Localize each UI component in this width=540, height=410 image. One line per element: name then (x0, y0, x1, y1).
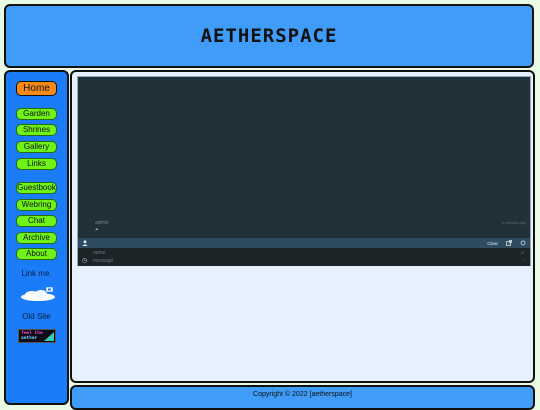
badge-triangle-icon (44, 332, 54, 341)
emoji-icon[interactable]: ☺ (520, 250, 525, 256)
nav-home-button[interactable]: Home (16, 81, 57, 96)
name-placeholder: name (93, 250, 106, 256)
report-flag-icon[interactable]: ⚑ (95, 227, 99, 232)
nav-gallery-button[interactable]: Gallery (16, 141, 57, 153)
site-header: AETHERSPACE (4, 4, 534, 68)
chat-widget: admin 3 months ago ⚑ Clear name ☺ ◷ mess… (77, 76, 531, 266)
site-title: AETHERSPACE (200, 25, 338, 47)
nav-links-button[interactable]: Links (16, 158, 57, 170)
nav-about-button[interactable]: About (16, 248, 57, 260)
external-link-icon[interactable] (506, 239, 512, 247)
chat-input-area: name ☺ ◷ message › (78, 248, 530, 266)
nav-shrines-button[interactable]: Shrines (16, 124, 57, 136)
aether-badge-image[interactable]: feel the aether (18, 329, 56, 343)
old-site-link[interactable]: Old Site (6, 312, 67, 321)
chat-messages-area[interactable]: admin 3 months ago ⚑ (78, 77, 530, 238)
nav-archive-button[interactable]: Archive (16, 232, 57, 244)
name-field[interactable]: name ☺ (78, 249, 530, 257)
copyright-text: Copyright © 2022 [aetherspace] (253, 391, 352, 398)
message-placeholder: message (93, 258, 114, 264)
clear-button[interactable]: Clear (487, 241, 498, 246)
site-footer: Copyright © 2022 [aetherspace] (70, 385, 535, 410)
settings-icon[interactable] (520, 240, 526, 247)
send-icon[interactable]: › (523, 258, 525, 264)
nav-guestbook-button[interactable]: Guestbook (16, 182, 57, 194)
cloud-badge-image[interactable] (19, 286, 57, 302)
user-icon[interactable] (82, 240, 88, 248)
sidebar: Home Garden Shrines Gallery Links Guestb… (4, 70, 69, 405)
nav-webring-button[interactable]: Webring (16, 199, 57, 211)
nav-garden-button[interactable]: Garden (16, 108, 57, 120)
clock-icon: ◷ (82, 258, 88, 264)
chat-toolbar: Clear (78, 238, 530, 248)
message-field[interactable]: ◷ message › (78, 257, 530, 265)
badge-line-2: aether (21, 336, 38, 341)
main-content: admin 3 months ago ⚑ Clear name ☺ ◷ mess… (70, 70, 535, 383)
nav-chat-button[interactable]: Chat (16, 215, 57, 227)
link-me-label: Link me. (21, 269, 52, 278)
message-author: admin (95, 220, 109, 226)
message-time: 3 months ago (501, 220, 526, 225)
chat-toolbar-actions: Clear (487, 238, 526, 248)
